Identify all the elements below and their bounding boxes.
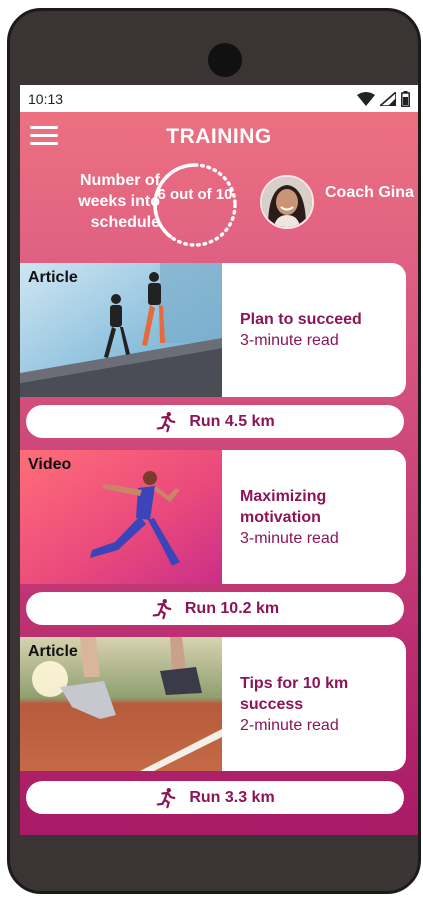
card-read-time: 3-minute read — [240, 529, 339, 547]
card-body: Tips for 10 km success 2-minute read — [240, 637, 398, 771]
cell-signal-icon — [380, 91, 396, 106]
card-type-label: Article — [28, 643, 78, 660]
wifi-icon — [357, 91, 375, 106]
run-button-1[interactable]: Run 4.5 km — [26, 405, 404, 438]
progress-text: 6 out of 10 — [157, 186, 233, 203]
content-card-2[interactable]: Video Maximizing motivation 3-minute rea… — [20, 450, 406, 584]
run-button-2[interactable]: Run 10.2 km — [26, 592, 404, 625]
card-title: Tips for 10 km success — [240, 674, 349, 713]
run-label: Run 3.3 km — [189, 788, 275, 806]
app-screen: 10:13 TRAINING Number of weeks into sche… — [20, 85, 418, 835]
card-read-time: 3-minute read — [240, 332, 339, 349]
app-header: TRAINING — [20, 112, 418, 162]
coach-name[interactable]: Coach Gina — [325, 182, 414, 203]
card-type-label: Article — [28, 269, 78, 286]
run-label: Run 10.2 km — [184, 599, 280, 617]
coach-avatar[interactable] — [260, 175, 314, 229]
progress-ring — [153, 163, 237, 247]
front-camera — [208, 43, 242, 77]
card-read-time: 2-minute read — [240, 716, 339, 734]
runner-icon — [156, 787, 176, 808]
run-label: Run 4.5 km — [189, 412, 275, 430]
battery-icon — [401, 90, 410, 107]
status-icons — [357, 90, 410, 107]
runner-icon — [156, 411, 176, 432]
card-type-label: Video — [28, 456, 72, 473]
content-card-1[interactable]: Article Plan to succeed 3-minute read — [20, 263, 406, 397]
page-title: TRAINING — [166, 125, 272, 148]
weeks-label: Number of weeks into schedule — [78, 172, 160, 231]
runner-icon — [152, 598, 172, 619]
status-bar: 10:13 — [20, 85, 418, 112]
content-card-3[interactable]: Article Tips for 10 km success 2-minute … — [20, 637, 406, 771]
coach-avatar-image — [262, 177, 312, 227]
status-time: 10:13 — [28, 90, 64, 107]
card-title: Maximizing motivation — [240, 487, 327, 526]
run-button-3[interactable]: Run 3.3 km — [26, 781, 404, 814]
card-body: Plan to succeed 3-minute read — [240, 263, 398, 397]
card-body: Maximizing motivation 3-minute read — [240, 450, 398, 584]
card-title: Plan to succeed — [240, 311, 362, 328]
